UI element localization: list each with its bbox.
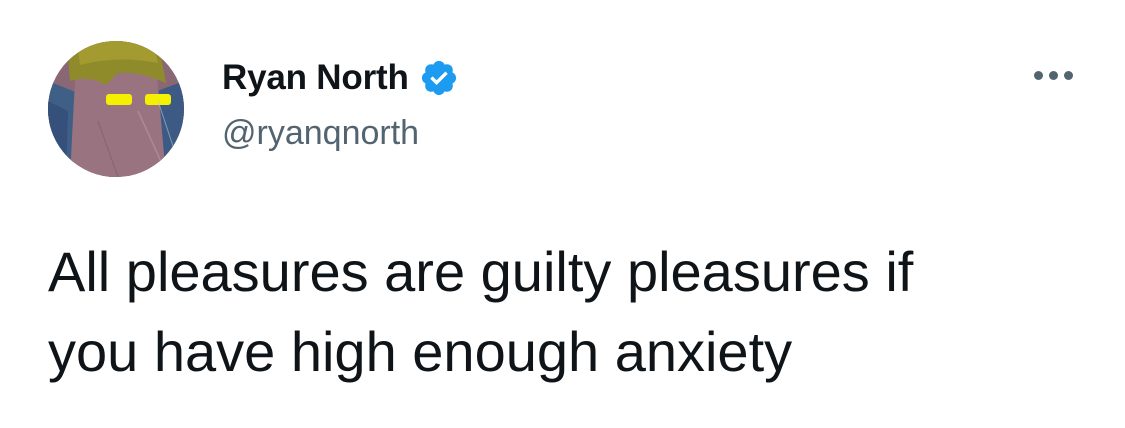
avatar-image [48,41,184,177]
verified-badge-icon [419,58,459,98]
author-handle[interactable]: @ryanqnorth [222,114,419,153]
ellipsis-icon [1063,70,1073,80]
more-options-button[interactable] [1025,60,1081,90]
author-display-name[interactable]: Ryan North [222,58,409,98]
tweet-text: All pleasures are guilty pleasures if yo… [48,240,914,383]
tweet-card: Ryan North @ryanqnorth All pleasures are… [0,0,1125,428]
author-avatar[interactable] [48,41,184,177]
ellipsis-icon [1048,70,1058,80]
author-name-row: Ryan North [222,56,459,100]
ellipsis-icon [1033,70,1043,80]
